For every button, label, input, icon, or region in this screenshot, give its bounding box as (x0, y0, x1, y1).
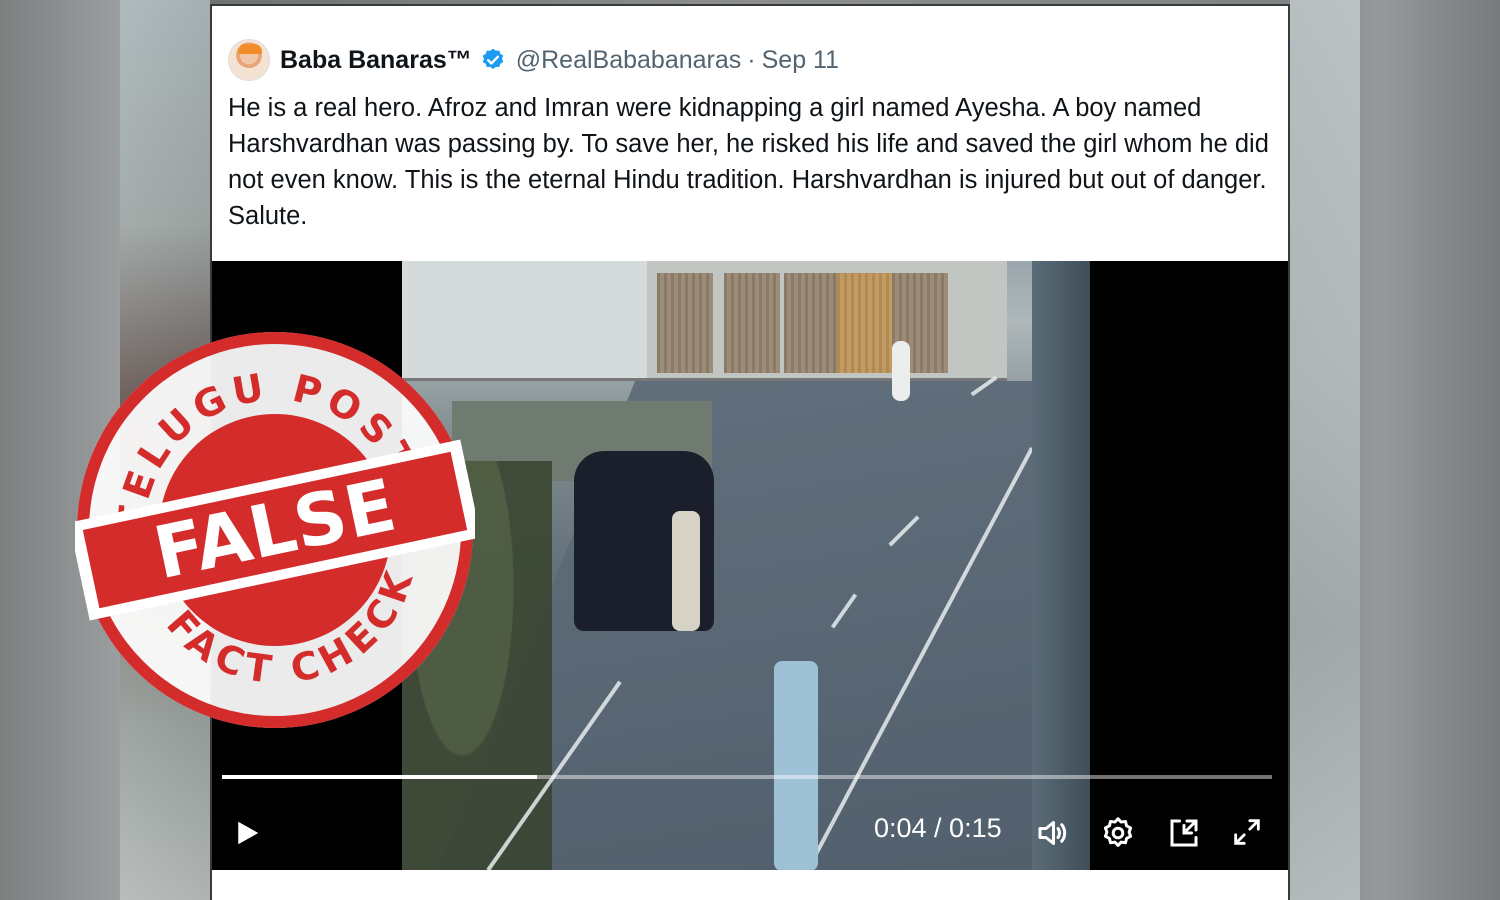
tweet-header: Baba Banaras™ @RealBababanaras · Sep 11 (228, 38, 1268, 82)
user-handle[interactable]: @RealBababanaras (516, 46, 742, 75)
avatar[interactable] (228, 39, 270, 81)
background-right-blur (1290, 0, 1360, 900)
tweet-text: He is a real hero. Afroz and Imran were … (228, 94, 1269, 230)
shop-shutter (837, 273, 893, 373)
person-figure (892, 341, 910, 401)
settings-icon[interactable] (1100, 815, 1136, 851)
fact-check-stamp: TELUGU POST FACT CHECK FALSE (75, 332, 475, 728)
shop-shutter (724, 273, 780, 373)
volume-icon[interactable] (1034, 815, 1070, 851)
tweet-date[interactable]: Sep 11 (762, 46, 839, 75)
video-progress-bar[interactable] (222, 775, 1272, 779)
shop-shutter (784, 273, 840, 373)
picture-in-picture-icon[interactable] (1166, 815, 1202, 851)
fullscreen-icon[interactable] (1230, 815, 1264, 849)
video-controls: 0:04 / 0:15 (212, 801, 1288, 861)
verified-badge-icon (482, 48, 504, 69)
video-time: 0:04 / 0:15 (874, 813, 1002, 843)
separator-dot: · (747, 45, 756, 74)
play-icon[interactable] (232, 817, 262, 849)
person-figure (672, 511, 700, 631)
shop-shutter (657, 273, 713, 373)
display-name[interactable]: Baba Banaras™ (280, 46, 472, 75)
video-progress-fill (222, 775, 537, 779)
